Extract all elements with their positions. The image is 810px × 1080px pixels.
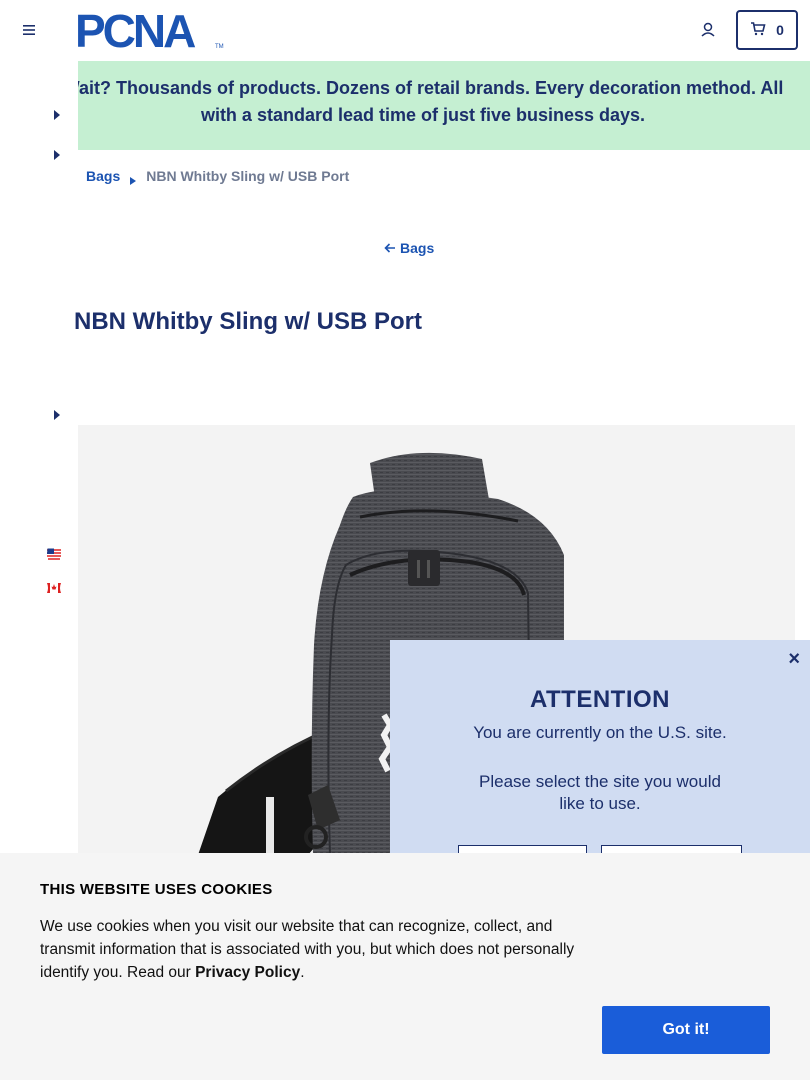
attention-prompt-line2: like to use. (559, 794, 641, 813)
attention-prompt-line1: Please select the site you would (479, 772, 721, 791)
attention-title: ATTENTION (529, 686, 671, 713)
privacy-policy-link[interactable]: Privacy Policy (195, 964, 300, 981)
back-to-bags-link[interactable]: Bags (384, 240, 434, 256)
arrow-left-icon (384, 240, 396, 256)
svg-text:TM: TM (215, 44, 224, 50)
canada-flag-icon[interactable] (45, 581, 63, 595)
account-icon[interactable] (698, 20, 718, 40)
breadcrumb-bags-link[interactable]: Bags (86, 168, 120, 184)
cookie-text: We use cookies when you visit our websit… (40, 915, 610, 984)
us-flag-icon[interactable] (45, 547, 63, 561)
breadcrumb-current: NBN Whitby Sling w/ USB Port (146, 168, 350, 184)
pcna-logo[interactable]: PCNA TM (75, 5, 225, 57)
svg-text:PCNA: PCNA (75, 10, 195, 50)
cookie-banner: THIS WEBSITE USES COOKIES We use cookies… (0, 853, 810, 1080)
cart-button[interactable]: 0 (736, 10, 798, 50)
back-link-label: Bags (400, 240, 435, 256)
promo-banner-text: Wait? Thousands of products. Dozens of r… (78, 78, 784, 125)
cookie-text-body: We use cookies when you visit our websit… (40, 918, 575, 981)
attention-modal: × ATTENTION You are currently on the U.S… (390, 640, 810, 875)
site-header: PCNA TM 0 (0, 0, 810, 61)
breadcrumb: Bags NBN Whitby Sling w/ USB Port (86, 168, 350, 185)
caret-right-icon[interactable] (53, 147, 61, 160)
cart-count: 0 (776, 22, 784, 38)
promo-banner: Wait? Thousands of products. Dozens of r… (78, 61, 810, 150)
attention-message: You are currently on the U.S. site. (473, 723, 727, 742)
close-icon[interactable]: × (788, 648, 800, 671)
caret-right-icon[interactable] (53, 407, 61, 420)
menu-icon[interactable] (20, 20, 38, 40)
product-title: NBN Whitby Sling w/ USB Port (74, 308, 422, 335)
cookie-accept-button[interactable]: Got it! (602, 1006, 770, 1054)
cookie-text-end: . (300, 964, 305, 981)
cart-icon (750, 21, 766, 39)
cookie-title: THIS WEBSITE USES COOKIES (40, 881, 273, 898)
caret-right-icon[interactable] (53, 107, 61, 120)
caret-right-icon (130, 172, 137, 185)
